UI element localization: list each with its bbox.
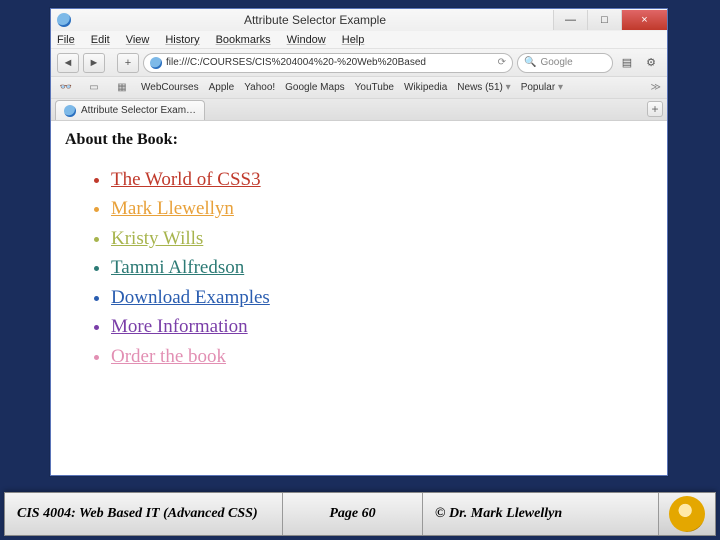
forward-button[interactable]: ► bbox=[83, 53, 105, 73]
restore-button[interactable]: □ bbox=[587, 10, 621, 30]
page-icon[interactable]: ▤ bbox=[617, 53, 637, 73]
reload-icon[interactable]: ⟳ bbox=[498, 57, 506, 68]
menu-window[interactable]: Window bbox=[287, 34, 326, 46]
address-url: file:///C:/COURSES/CIS%204004%20-%20Web%… bbox=[166, 57, 426, 68]
address-favicon bbox=[150, 57, 162, 69]
bm-youtube[interactable]: YouTube bbox=[355, 82, 394, 93]
bm-webcourses[interactable]: WebCourses bbox=[141, 82, 199, 93]
page-content: About the Book: The World of CSS3 Mark L… bbox=[51, 121, 667, 475]
reader-icon[interactable]: ▭ bbox=[85, 80, 103, 96]
pegasus-icon bbox=[669, 496, 705, 532]
bm-googlemaps[interactable]: Google Maps bbox=[285, 82, 344, 93]
bm-yahoo[interactable]: Yahoo! bbox=[244, 82, 275, 93]
link-order-the-book[interactable]: Order the book bbox=[111, 342, 653, 371]
tab-favicon bbox=[64, 105, 76, 117]
chevron-down-icon: ▾ bbox=[506, 82, 511, 93]
page-heading: About the Book: bbox=[65, 131, 653, 149]
topsites-icon[interactable]: ▦ bbox=[113, 80, 131, 96]
bm-popular[interactable]: Popular ▾ bbox=[521, 82, 563, 93]
bm-wikipedia[interactable]: Wikipedia bbox=[404, 82, 447, 93]
menu-help[interactable]: Help bbox=[342, 34, 365, 46]
bm-popular-label: Popular bbox=[521, 82, 555, 93]
link-list: The World of CSS3 Mark Llewellyn Kristy … bbox=[111, 165, 653, 371]
window-title: Attribute Selector Example bbox=[77, 13, 553, 27]
chevron-down-icon: ▾ bbox=[558, 82, 563, 93]
search-placeholder: Google bbox=[540, 57, 572, 68]
settings-gear-icon[interactable]: ⚙ bbox=[641, 53, 661, 73]
link-download-examples[interactable]: Download Examples bbox=[111, 283, 653, 312]
slide-footer: CIS 4004: Web Based IT (Advanced CSS) Pa… bbox=[4, 492, 716, 536]
add-bookmark-button[interactable]: + bbox=[117, 53, 139, 73]
link-world-of-css3[interactable]: The World of CSS3 bbox=[111, 165, 653, 194]
tab-label: Attribute Selector Exam… bbox=[81, 105, 196, 116]
menu-view[interactable]: View bbox=[126, 34, 150, 46]
link-mark-llewellyn[interactable]: Mark Llewellyn bbox=[111, 194, 653, 223]
menu-edit[interactable]: Edit bbox=[91, 34, 110, 46]
minimize-button[interactable]: — bbox=[553, 10, 587, 30]
tab-attribute-selector[interactable]: Attribute Selector Exam… bbox=[55, 100, 205, 120]
footer-author: © Dr. Mark Llewellyn bbox=[423, 493, 659, 535]
bm-news[interactable]: News (51) ▾ bbox=[457, 82, 510, 93]
link-tammi-alfredson[interactable]: Tammi Alfredson bbox=[111, 253, 653, 282]
browser-window: Attribute Selector Example — □ × File Ed… bbox=[50, 8, 668, 476]
link-kristy-wills[interactable]: Kristy Wills bbox=[111, 224, 653, 253]
back-button[interactable]: ◄ bbox=[57, 53, 79, 73]
titlebar: Attribute Selector Example — □ × bbox=[51, 9, 667, 31]
address-bar[interactable]: file:///C:/COURSES/CIS%204004%20-%20Web%… bbox=[143, 53, 513, 73]
bm-apple[interactable]: Apple bbox=[209, 82, 235, 93]
close-button[interactable]: × bbox=[621, 10, 667, 30]
tab-bar: Attribute Selector Exam… + bbox=[51, 99, 667, 121]
bookmark-bar: 👓 ▭ ▦ WebCourses Apple Yahoo! Google Map… bbox=[51, 77, 667, 99]
glasses-icon[interactable]: 👓 bbox=[57, 80, 75, 96]
menu-history[interactable]: History bbox=[165, 34, 199, 46]
search-box[interactable]: 🔍 Google bbox=[517, 53, 613, 73]
window-favicon bbox=[57, 13, 71, 27]
menubar: File Edit View History Bookmarks Window … bbox=[51, 31, 667, 49]
search-icon: 🔍 bbox=[524, 57, 536, 68]
menu-file[interactable]: File bbox=[57, 34, 75, 46]
link-more-information[interactable]: More Information bbox=[111, 312, 653, 341]
new-tab-button[interactable]: + bbox=[647, 101, 663, 117]
ucf-logo bbox=[663, 494, 711, 534]
footer-page: Page 60 bbox=[283, 493, 423, 535]
bm-news-label: News (51) bbox=[457, 82, 503, 93]
window-buttons: — □ × bbox=[553, 10, 667, 30]
nav-toolbar: ◄ ► + file:///C:/COURSES/CIS%204004%20-%… bbox=[51, 49, 667, 77]
menu-bookmarks[interactable]: Bookmarks bbox=[216, 34, 271, 46]
bookmark-overflow-icon[interactable]: ≫ bbox=[651, 82, 661, 93]
footer-course: CIS 4004: Web Based IT (Advanced CSS) bbox=[5, 493, 283, 535]
